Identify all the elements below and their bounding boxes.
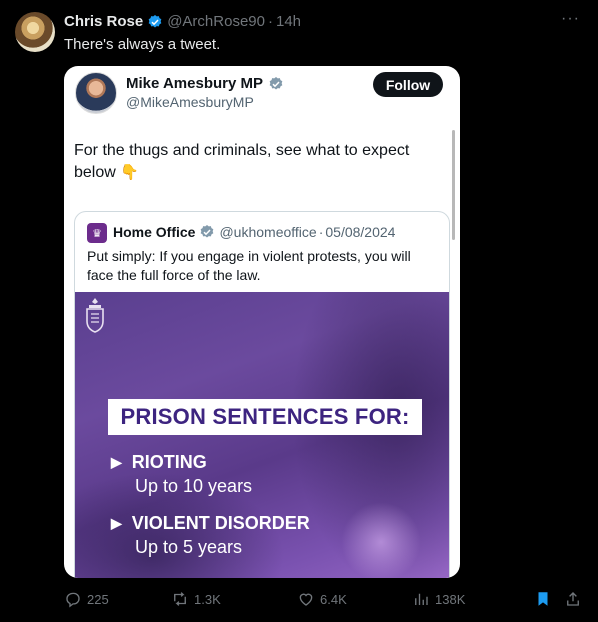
- sentence-title: RIOTING: [131, 452, 207, 472]
- repost-icon: [174, 592, 186, 606]
- timestamp[interactable]: 14h: [276, 13, 301, 30]
- author-handle[interactable]: @ArchRose90: [167, 13, 265, 30]
- reply-icon: [66, 592, 80, 608]
- like-count: 6.4K: [320, 591, 347, 607]
- pointing-down-emoji-icon: 👇: [120, 164, 139, 181]
- quoted-text: Put simply: If you engage in violent pro…: [87, 248, 411, 283]
- sentence-length: Up to 10 years: [135, 476, 253, 496]
- embedded-tweet-screenshot[interactable]: Mike Amesbury MP @MikeAmesburyMP Follow …: [64, 66, 460, 578]
- play-arrow-icon: ▶: [111, 454, 122, 470]
- author-name[interactable]: Chris Rose: [64, 13, 143, 30]
- tweet-actions: 225 1.3K 6.4K 138K: [64, 590, 584, 612]
- like-button[interactable]: 6.4K: [297, 590, 347, 608]
- reply-button[interactable]: 225: [64, 590, 109, 608]
- verified-badge-icon: [201, 225, 214, 238]
- sentence-length: Up to 5 years: [135, 537, 243, 557]
- verified-badge-icon: [148, 14, 162, 27]
- scrollbar: [452, 130, 455, 240]
- views-count: 138K: [435, 591, 466, 607]
- sentence-item-violent-disorder: ▶ VIOLENT DISORDER Up to 5 years: [111, 513, 310, 558]
- play-arrow-icon: ▶: [111, 515, 122, 531]
- embedded-tweet-text: For the thugs and criminals, see what to…: [74, 140, 444, 184]
- heart-icon: [299, 593, 313, 606]
- embedded-author-handle: @MikeAmesburyMP: [126, 94, 254, 110]
- analytics-icon: [415, 593, 428, 605]
- embedded-author-avatar: [75, 72, 117, 114]
- tweet-header: Chris Rose @ArchRose90 · 14h: [64, 13, 301, 30]
- quoted-image: PRISON SENTENCES FOR: ▶ RIOTING Up to 10 …: [75, 292, 449, 578]
- share-icon: [567, 592, 579, 606]
- embedded-author-name-row: Mike Amesbury MP: [126, 75, 288, 92]
- bookmark-button[interactable]: [534, 590, 557, 608]
- quoted-tweet: ♛ Home Office @ukhomeoffice · 05/08/2024…: [74, 211, 450, 578]
- follow-button: Follow: [373, 72, 443, 97]
- separator-dot: ·: [318, 224, 324, 240]
- views-button[interactable]: 138K: [412, 590, 465, 608]
- reply-count: 225: [87, 591, 109, 607]
- quoted-author-handle: @ukhomeoffice: [219, 224, 317, 240]
- repost-button[interactable]: 1.3K: [171, 590, 221, 608]
- prison-sentences-banner: PRISON SENTENCES FOR:: [108, 399, 422, 435]
- image-light-glow: [341, 502, 421, 578]
- author-avatar[interactable]: [15, 12, 55, 52]
- embedded-author-name: Mike Amesbury MP: [126, 75, 263, 92]
- royal-crest-icon: [86, 298, 104, 333]
- separator-dot: ·: [267, 13, 273, 30]
- sentence-title: VIOLENT DISORDER: [131, 513, 310, 533]
- tweet-text: There's always a tweet.: [64, 36, 221, 53]
- sentence-item-rioting: ▶ RIOTING Up to 10 years: [111, 452, 252, 497]
- quoted-author-name: Home Office: [113, 224, 196, 240]
- bookmark-icon: [538, 592, 548, 606]
- repost-count: 1.3K: [194, 591, 221, 607]
- quoted-date: 05/08/2024: [325, 224, 396, 240]
- share-button[interactable]: [564, 590, 587, 608]
- verified-badge-icon: [269, 76, 283, 89]
- home-office-logo-icon: ♛: [87, 223, 107, 243]
- more-horizontal-icon[interactable]: ···: [561, 10, 580, 28]
- quoted-header: Home Office @ukhomeoffice · 05/08/2024: [113, 224, 395, 240]
